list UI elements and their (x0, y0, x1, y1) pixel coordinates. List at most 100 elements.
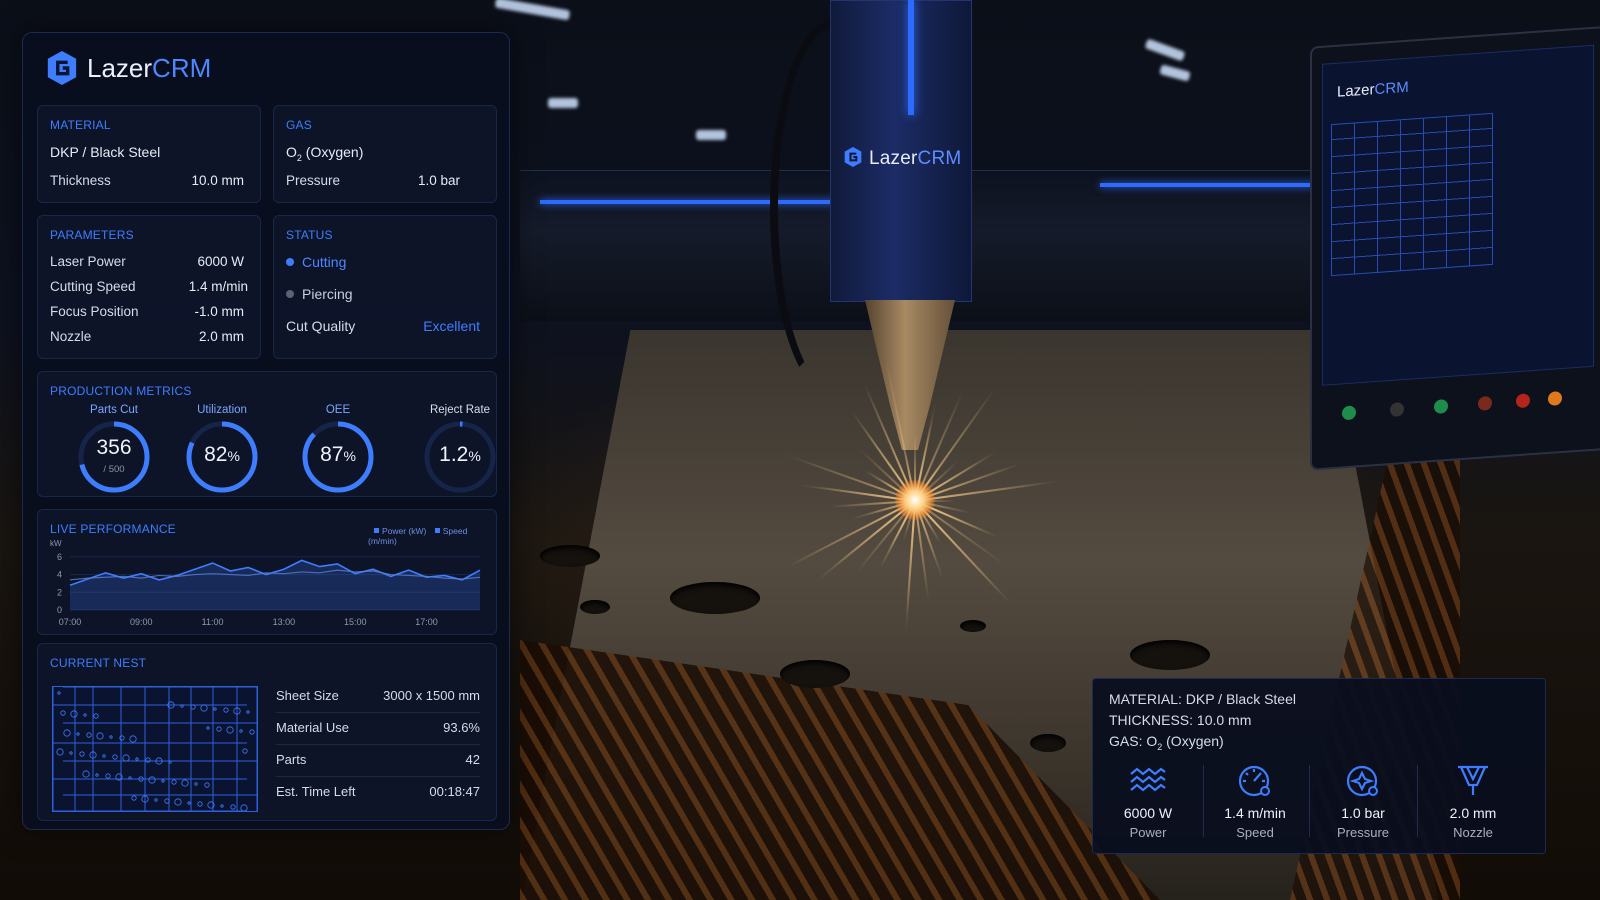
nest-hole (112, 754, 118, 760)
machine-button-green (1342, 405, 1356, 421)
x-tick-label: 17:00 (415, 617, 438, 627)
param-row-focus-position: Focus Position -1.0 mm (50, 304, 244, 319)
overlay-power-value: 6000 W (1123, 805, 1173, 821)
param-label: Cutting Speed (50, 279, 136, 294)
nest-hole (194, 782, 198, 786)
nest-hole (197, 801, 203, 807)
nest-hole (181, 779, 189, 787)
nest-hole (240, 804, 248, 812)
gas-symbol: O (286, 144, 297, 160)
overlay-stat-power: 6000 W Power (1098, 763, 1198, 840)
overlay-stat-nozzle: 2.0 mm Nozzle (1423, 763, 1523, 840)
nest-hole (145, 757, 151, 763)
brand-logo-icon (844, 147, 862, 167)
overlay-thickness: THICKNESS: 10.0 mm (1109, 712, 1252, 728)
param-value: 1.4 m/min (188, 279, 248, 294)
monitor-screen: LazerCRM (1322, 44, 1594, 386)
cut-quality-label: Cut Quality (286, 318, 356, 334)
metric-number: 87 (320, 443, 344, 466)
pressure-gauge-icon (1346, 765, 1378, 797)
status-active-dot (286, 258, 294, 266)
x-tick-label: 09:00 (130, 617, 153, 627)
param-row-cutting-speed: Cutting Speed 1.4 m/min (50, 279, 248, 294)
status-title: STATUS (286, 228, 333, 242)
nest-hole (226, 726, 234, 734)
material-title: MATERIAL (50, 118, 111, 132)
metric-unit: % (343, 448, 356, 464)
gas-title: GAS (286, 118, 312, 132)
nest-layout-drawing (52, 686, 258, 812)
material-card: MATERIAL DKP / Black Steel Thickness 10.… (37, 105, 261, 203)
machine-button-red (1478, 395, 1492, 411)
y-tick-label: 4 (57, 570, 62, 580)
gas-name: (Oxygen) (301, 144, 364, 160)
nest-hole (122, 754, 130, 762)
cut-quality-row: Cut Quality Excellent (286, 318, 480, 334)
nest-hole (70, 710, 78, 718)
cut-quality-value: Excellent (423, 318, 480, 334)
nest-hole (168, 760, 172, 764)
machine-logo: LazerCRM (843, 146, 961, 170)
divider (1417, 765, 1418, 837)
monitor-logo-right: CRM (1374, 78, 1409, 99)
parameters-title: PARAMETERS (50, 228, 134, 242)
machine-monitor: LazerCRM (1310, 25, 1600, 471)
production-metrics-card: PRODUCTION METRICS Parts Cut 356 / 500 Util… (37, 371, 497, 497)
production-metrics-title: PRODUCTION METRICS (50, 384, 192, 398)
nest-hole (204, 782, 210, 788)
y-axis-label: kW (50, 539, 62, 548)
status-inactive-dot (286, 290, 294, 298)
param-label: Focus Position (50, 304, 139, 319)
overlay-gas-prefix: GAS: O (1109, 733, 1158, 749)
nest-hole (135, 757, 139, 761)
monitor-nest-preview (1331, 112, 1493, 277)
nest-hole (180, 704, 184, 708)
brand-name-left: Lazer (87, 52, 153, 83)
machine-button-red (1516, 393, 1530, 409)
overlay-pressure-label: Pressure (1336, 825, 1390, 840)
metric-value: 87% (300, 443, 376, 467)
nest-label: Est. Time Left (276, 784, 356, 799)
cut-hole (540, 545, 600, 567)
cut-hole (670, 582, 760, 614)
nest-hole (128, 776, 132, 780)
waves-icon (1130, 767, 1166, 792)
y-tick-label: 0 (57, 605, 62, 615)
metric-subvalue: / 500 (103, 464, 125, 475)
nest-hole (206, 726, 210, 730)
nest-hole (56, 748, 64, 756)
metric-value: 356 (76, 436, 152, 460)
overlay-nozzle-value: 2.0 mm (1449, 805, 1497, 821)
param-label: Laser Power (50, 254, 126, 269)
overlay-gas: GAS: O2 (Oxygen) (1109, 733, 1224, 752)
machine-button-green (1434, 398, 1448, 414)
brand-name-right: CRM (152, 52, 212, 83)
nest-hole (86, 732, 92, 738)
dashboard-panel: Lazer CRM MATERIAL DKP / Black Steel Thic… (22, 32, 510, 830)
monitor-logo: LazerCRM (1337, 79, 1409, 101)
nest-hole (161, 779, 165, 783)
nest-hole (96, 732, 104, 740)
nest-value: 00:18:47 (429, 784, 480, 799)
ceiling-light (548, 98, 578, 108)
nest-hole (119, 735, 125, 741)
nest-hole (174, 798, 182, 806)
nest-hole (57, 691, 61, 695)
overlay-pressure-value: 1.0 bar (1341, 805, 1385, 821)
thickness-label: Thickness (50, 173, 111, 188)
machine-button-dark (1390, 402, 1404, 418)
cut-hole (780, 660, 850, 688)
nest-hole (102, 754, 106, 758)
ceiling-light (494, 0, 571, 21)
cut-hole (1030, 734, 1066, 752)
pressure-value: 1.0 bar (417, 173, 460, 188)
nest-row-parts: Parts 42 (276, 752, 480, 777)
param-value: 6000 W (197, 254, 244, 269)
param-row-nozzle: Nozzle 2.0 mm (50, 329, 244, 344)
nest-label: Sheet Size (276, 688, 339, 703)
nest-hole (131, 795, 137, 801)
gas-card: GAS O2 (Oxygen) Pressure 1.0 bar (273, 105, 497, 203)
overlay-nozzle-label: Nozzle (1453, 825, 1493, 840)
machine-logo-left: Lazer (869, 148, 918, 169)
overlay-stat-pressure: 1.0 bar Pressure (1313, 763, 1413, 840)
